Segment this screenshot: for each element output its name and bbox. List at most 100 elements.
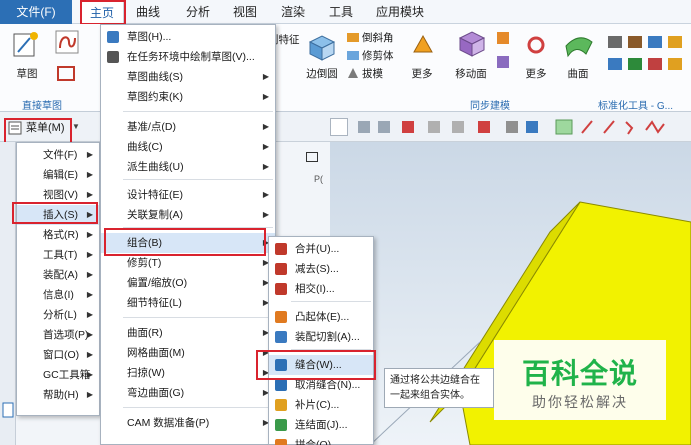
- more-features-icon[interactable]: [410, 32, 436, 58]
- curve-tool-icon[interactable]: [55, 30, 79, 54]
- tab-home[interactable]: 主页: [80, 0, 124, 25]
- move-face-label: 移动面: [455, 68, 487, 80]
- main-menu-item-label: 插入(S): [43, 209, 78, 221]
- resource-bar-icon[interactable]: [2, 402, 14, 418]
- insert-menu-item[interactable]: 修剪(T) ▶: [101, 253, 275, 273]
- selection-filter[interactable]: [330, 118, 348, 136]
- edge-blend-icon[interactable]: [306, 30, 338, 62]
- combine-menu-item[interactable]: 合并(U)...: [269, 239, 373, 259]
- main-menu-item[interactable]: 窗口(O) ▶: [17, 345, 99, 365]
- tab-curve[interactable]: 曲线: [130, 0, 166, 24]
- insert-menu-item[interactable]: 网格曲面(M) ▶: [101, 343, 275, 363]
- combine-menu-item-label: 凸起体(E)...: [295, 311, 350, 323]
- insert-menu-item-label: CAM 数据准备(P): [127, 417, 210, 429]
- maximize-icon[interactable]: [306, 152, 318, 162]
- submenu-arrow-icon: ▶: [86, 170, 93, 179]
- insert-menu-item-label: 曲面(R): [127, 327, 163, 339]
- insert-menu-item[interactable]: 曲线(C) ▶: [101, 137, 275, 157]
- trim-body-icon[interactable]: [346, 48, 360, 62]
- rectangle-tool-icon[interactable]: [55, 64, 79, 84]
- insert-menu-item[interactable]: 扫掠(W) ▶: [101, 363, 275, 383]
- insert-menu-item-label: 派生曲线(U): [127, 161, 184, 173]
- sync-tool-icon-2[interactable]: [495, 54, 511, 70]
- combine-menu-item-label: 缝合(W)...: [295, 359, 342, 371]
- tab-analysis[interactable]: 分析: [180, 0, 216, 24]
- insert-menu-item[interactable]: 关联复制(A) ▶: [101, 205, 275, 225]
- subtract-icon: [275, 263, 287, 275]
- emboss-body-icon: [275, 311, 287, 323]
- main-menu-item[interactable]: 格式(R) ▶: [17, 225, 99, 245]
- more-sync-icon[interactable]: [525, 34, 547, 56]
- insert-menu-item[interactable]: 在任务环境中绘制草图(V)...: [101, 47, 275, 67]
- more-button-2[interactable]: 更多: [518, 66, 554, 81]
- tab-application[interactable]: 应用模块: [370, 0, 430, 24]
- main-menu-item[interactable]: 工具(T) ▶: [17, 245, 99, 265]
- sync-tool-icon-1[interactable]: [495, 30, 511, 46]
- tab-render[interactable]: 渲染: [275, 0, 311, 24]
- main-menu-item-label: 格式(R): [43, 229, 79, 241]
- insert-menu-item[interactable]: 设计特征(E) ▶: [101, 185, 275, 205]
- more-button-1[interactable]: 更多: [404, 66, 440, 81]
- main-menu-item[interactable]: 帮助(H) ▶: [17, 385, 99, 405]
- main-menu-item[interactable]: 插入(S) ▶: [17, 205, 99, 225]
- insert-menu-item[interactable]: 派生曲线(U) ▶: [101, 157, 275, 177]
- insert-menu-item[interactable]: 偏置/缩放(O) ▶: [101, 273, 275, 293]
- combine-menu-item[interactable]: 减去(S)...: [269, 259, 373, 279]
- main-menu-item[interactable]: 分析(L) ▶: [17, 305, 99, 325]
- combine-menu-item[interactable]: 相交(I)...: [269, 279, 373, 299]
- combine-menu-item-label: 拼合(O)...: [295, 439, 340, 445]
- submenu-arrow-icon: ▶: [262, 190, 269, 199]
- draft-label[interactable]: 拔模: [362, 66, 383, 81]
- toolbar-icon-strip[interactable]: [356, 118, 691, 136]
- insert-menu-item[interactable]: 弯边曲面(G) ▶: [101, 383, 275, 403]
- draft-icon[interactable]: [346, 66, 360, 80]
- combine-menu-item[interactable]: 补片(C)...: [269, 395, 373, 415]
- combine-menu-item[interactable]: 取消缝合(N)...: [269, 375, 373, 395]
- group-sync-modeling: 同步建模: [470, 101, 510, 112]
- insert-menu-item[interactable]: 草图约束(K) ▶: [101, 87, 275, 107]
- tab-file[interactable]: 文件(F): [0, 0, 72, 24]
- insert-menu-item-label: 关联复制(A): [127, 209, 183, 221]
- watermark-overlay: 百科全说 助你轻松解决: [494, 340, 666, 420]
- tab-view[interactable]: 视图: [227, 0, 263, 24]
- surface-icon[interactable]: [564, 28, 594, 58]
- insert-menu-item[interactable]: 草图(H)...: [101, 27, 275, 47]
- main-menu-item[interactable]: 首选项(P) ▶: [17, 325, 99, 345]
- main-menu-item[interactable]: 装配(A) ▶: [17, 265, 99, 285]
- combine-menu-item[interactable]: 拼合(O)...: [269, 435, 373, 445]
- unsew-icon: [275, 379, 287, 391]
- main-menu-item[interactable]: 编辑(E) ▶: [17, 165, 99, 185]
- submenu-arrow-icon: ▶: [86, 210, 93, 219]
- sketch-icon[interactable]: [12, 28, 42, 58]
- menu-button[interactable]: 菜单(M): [4, 118, 70, 138]
- chamfer-label[interactable]: 倒斜角: [362, 30, 394, 45]
- main-menu-item-label: 窗口(O): [43, 349, 80, 361]
- combine-menu-item[interactable]: 凸起体(E)...: [269, 307, 373, 327]
- insert-menu-item[interactable]: 曲面(R) ▶: [101, 323, 275, 343]
- standard-tools-icons[interactable]: [606, 32, 690, 76]
- insert-menu-item-label: 草图(H)...: [127, 31, 172, 43]
- main-menu-item[interactable]: 信息(I) ▶: [17, 285, 99, 305]
- submenu-arrow-icon: ▶: [86, 250, 93, 259]
- insert-menu-item[interactable]: 基准/点(D) ▶: [101, 117, 275, 137]
- watermark-title: 百科全说: [521, 358, 638, 389]
- main-menu-item[interactable]: 视图(V) ▶: [17, 185, 99, 205]
- insert-menu-item[interactable]: 组合(B) ▶: [101, 233, 275, 253]
- main-menu: 文件(F) ▶ 编辑(E) ▶ 视图(V) ▶ 插入(S) ▶ 格式(R) ▶ 工具(T) ▶ 装配(A…: [16, 142, 100, 416]
- insert-menu-item-label: 曲线(C): [127, 141, 163, 153]
- combine-menu-item[interactable]: 缝合(W)...: [269, 355, 373, 375]
- menu-dropdown-arrow[interactable]: ▼: [72, 122, 80, 131]
- chamfer-icon[interactable]: [346, 30, 360, 44]
- insert-menu-item[interactable]: CAM 数据准备(P) ▶: [101, 413, 275, 433]
- task-sketch-icon: [107, 51, 119, 63]
- insert-menu-item[interactable]: 草图曲线(S) ▶: [101, 67, 275, 87]
- main-menu-item[interactable]: GC工具箱 ▶: [17, 365, 99, 385]
- trim-body-label[interactable]: 修剪体: [362, 48, 394, 63]
- combine-menu-item[interactable]: 装配切割(A)...: [269, 327, 373, 347]
- main-menu-item-label: 编辑(E): [43, 169, 78, 181]
- tab-tools[interactable]: 工具: [323, 0, 359, 24]
- combine-menu-item[interactable]: 连结面(J)...: [269, 415, 373, 435]
- main-menu-item[interactable]: 文件(F) ▶: [17, 145, 99, 165]
- move-face-icon[interactable]: [456, 28, 486, 58]
- insert-menu-item[interactable]: 细节特征(L) ▶: [101, 293, 275, 313]
